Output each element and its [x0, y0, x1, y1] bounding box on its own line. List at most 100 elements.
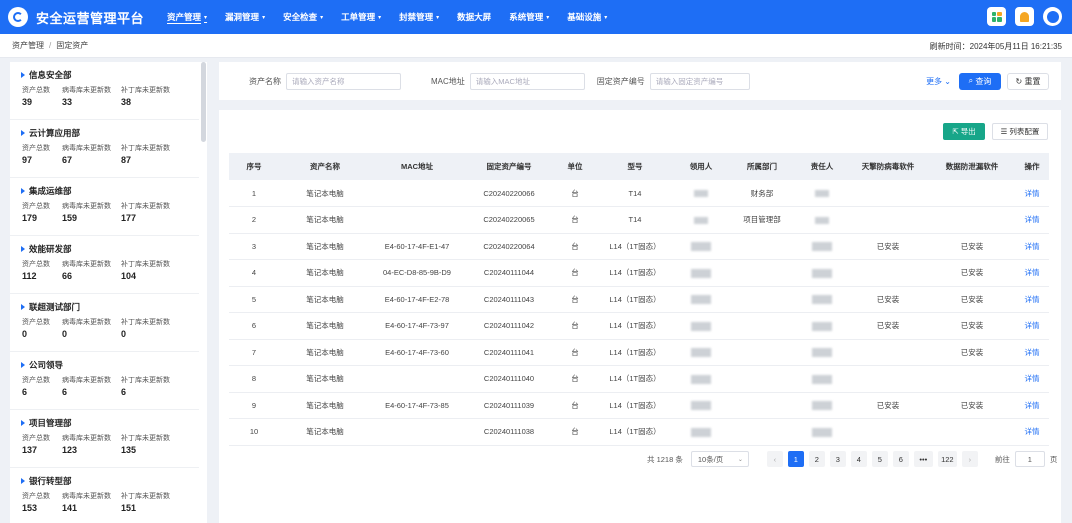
prev-page-button[interactable]: ‹	[766, 451, 783, 467]
app-title: 安全运营管理平台	[36, 10, 145, 26]
cell-name: 笔记本电脑	[279, 312, 371, 340]
department-card[interactable]: 效能研发部 资产总数 112 病毒库未更新数 66 补丁库未更新数 104	[10, 236, 199, 294]
next-page-button[interactable]: ›	[961, 451, 978, 467]
detail-link[interactable]: 详情	[1015, 418, 1049, 446]
detail-link[interactable]: 详情	[1015, 312, 1049, 340]
cell-mac: E4-60-17-4F-E2-78	[371, 286, 463, 313]
stat-label: 资产总数	[22, 493, 50, 500]
breadcrumb-parent[interactable]: 资产管理	[12, 40, 44, 51]
sidebar-scrollbar[interactable]	[201, 62, 206, 142]
caret-right-icon	[21, 246, 25, 252]
cell-mac: E4-60-17-4F-73-97	[371, 312, 463, 340]
stat-label: 资产总数	[22, 203, 50, 210]
cell-av	[847, 206, 929, 234]
notification-button[interactable]	[1015, 7, 1034, 26]
detail-link[interactable]: 详情	[1015, 286, 1049, 313]
redacted-name	[691, 374, 711, 384]
stat-label: 病毒库未更新数	[62, 319, 111, 326]
stat-patch: 0	[121, 329, 127, 339]
apps-button[interactable]	[987, 7, 1006, 26]
cell-mac: 04-EC-D8-85-9B-D9	[371, 259, 463, 287]
department-name: 联超测试部门	[21, 301, 199, 313]
department-card[interactable]: 信息安全部 资产总数 39 病毒库未更新数 33 补丁库未更新数 38	[10, 62, 199, 120]
department-card[interactable]: 集成运维部 资产总数 179 病毒库未更新数 159 补丁库未更新数 177	[10, 178, 199, 236]
detail-link[interactable]: 详情	[1015, 365, 1049, 393]
asset-name-input[interactable]: 请输入资产名称	[286, 72, 401, 90]
cell-dlp: 已安装	[929, 392, 1015, 419]
page-button[interactable]: 3	[829, 451, 846, 467]
page-button[interactable]: 122	[937, 451, 957, 467]
stat-virus: 67	[62, 155, 73, 165]
search-panel: 资产名称 请输入资产名称 MAC地址 请输入MAC地址 固定资产编号 请输入固定…	[219, 62, 1061, 100]
more-pages-button[interactable]: •••	[913, 451, 933, 467]
recipient-cell	[675, 286, 727, 313]
cell-dept: 项目管理部	[727, 206, 797, 234]
detail-link[interactable]: 详情	[1015, 180, 1049, 207]
department-card[interactable]: 公司领导 资产总数 6 病毒库未更新数 6 补丁库未更新数 6	[10, 352, 199, 410]
cell-code: C20240111041	[463, 339, 555, 366]
department-card[interactable]: 项目管理部 资产总数 137 病毒库未更新数 123 补丁库未更新数 135	[10, 410, 199, 468]
page-button[interactable]: 2	[808, 451, 825, 467]
export-button[interactable]: ⇱ 导出	[943, 123, 985, 140]
table-row: 10 笔记本电脑 C20240111038 台 L14（1T固态） 详情	[229, 418, 1049, 446]
goto-page-input[interactable]: 1	[1014, 451, 1045, 467]
total-count: 共 1218 条	[647, 454, 683, 464]
department-card[interactable]: 联超测试部门 资产总数 0 病毒库未更新数 0 补丁库未更新数 0	[10, 294, 199, 352]
department-name: 效能研发部	[21, 243, 199, 255]
department-card[interactable]: 银行转型部 资产总数 153 病毒库未更新数 141 补丁库未更新数 151	[10, 468, 199, 523]
caret-right-icon	[21, 304, 25, 310]
nav-item[interactable]: 数据大屏	[448, 0, 500, 34]
detail-link[interactable]: 详情	[1015, 392, 1049, 419]
recipient-cell	[675, 180, 727, 207]
cell-av: 已安装	[847, 286, 929, 313]
page-button[interactable]: 5	[871, 451, 888, 467]
redacted-name	[691, 401, 711, 410]
reset-button[interactable]: ↻ 重置	[1007, 72, 1049, 90]
nav-item[interactable]: 资产管理 ▾	[158, 0, 216, 34]
nav-item[interactable]: 安全检查 ▾	[274, 0, 332, 34]
page-button[interactable]: 4	[850, 451, 867, 467]
detail-link[interactable]: 详情	[1015, 339, 1049, 366]
more-filters-toggle[interactable]: 更多 ⌄	[926, 76, 951, 87]
nav-item[interactable]: 系统管理 ▾	[500, 0, 558, 34]
nav-item[interactable]: 封禁管理 ▾	[390, 0, 448, 34]
owner-cell	[797, 180, 847, 207]
page-size-select[interactable]: 10条/页 ⌄	[690, 451, 749, 467]
stat-label: 病毒库未更新数	[62, 203, 111, 210]
app-logo[interactable]: 安全运营管理平台	[8, 7, 144, 27]
cell-no: 3	[229, 233, 279, 260]
page-button[interactable]: 6	[892, 451, 909, 467]
query-button[interactable]: ⌕ 查询	[959, 72, 1001, 90]
mac-input[interactable]: 请输入MAC地址	[469, 72, 585, 90]
cell-code: C20240111039	[463, 392, 555, 419]
nav-item[interactable]: 漏洞管理 ▾	[216, 0, 274, 34]
stat-label: 病毒库未更新数	[62, 145, 111, 152]
table-row: 2 笔记本电脑 C20240220065 台 T14 项目管理部 详情	[229, 206, 1049, 234]
breadcrumb: 资产管理 / 固定资产 刷新时间：2024年05月11日 16:21:35	[0, 34, 1072, 58]
asset-code-label: 固定资产编号	[596, 76, 645, 86]
nav-item[interactable]: 基础设施 ▾	[558, 0, 616, 34]
stat-label: 病毒库未更新数	[62, 493, 111, 500]
stat-total: 6	[22, 387, 28, 397]
cell-dlp	[929, 180, 1015, 207]
stat-total: 137	[22, 445, 38, 455]
detail-link[interactable]: 详情	[1015, 206, 1049, 234]
page-button[interactable]: 1	[787, 451, 804, 467]
recipient-cell	[675, 418, 727, 446]
cell-no: 8	[229, 365, 279, 393]
owner-cell	[797, 312, 847, 340]
cell-mac	[371, 365, 463, 393]
cell-name: 笔记本电脑	[279, 365, 371, 393]
stat-virus: 141	[62, 503, 78, 513]
user-avatar[interactable]	[1043, 7, 1062, 26]
department-card[interactable]: 云计算应用部 资产总数 97 病毒库未更新数 67 补丁库未更新数 87	[10, 120, 199, 178]
detail-link[interactable]: 详情	[1015, 233, 1049, 260]
cell-mac	[371, 180, 463, 207]
asset-code-input[interactable]: 请输入固定资产编号	[649, 72, 750, 90]
redacted-name	[815, 216, 829, 224]
nav-item[interactable]: 工单管理 ▾	[332, 0, 390, 34]
asset-table-panel: ⇱ 导出 ☰ 列表配置 序号 资产名称 MAC地址 固定资产编号 单位 型号 领用人 所属部门…	[219, 110, 1061, 523]
detail-link[interactable]: 详情	[1015, 259, 1049, 287]
column-config-button[interactable]: ☰ 列表配置	[992, 123, 1048, 140]
stat-label: 病毒库未更新数	[62, 435, 111, 442]
